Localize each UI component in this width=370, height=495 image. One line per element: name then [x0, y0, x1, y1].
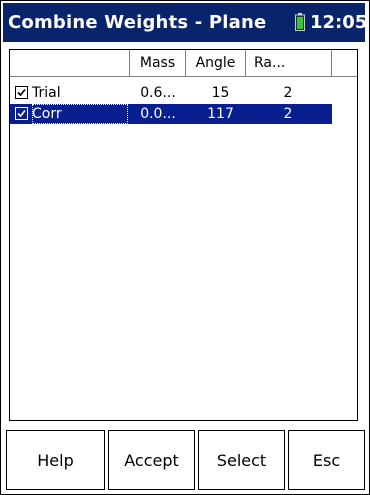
row-name: Corr	[32, 104, 128, 124]
column-header-mass[interactable]: Mass	[130, 50, 186, 76]
weights-list[interactable]: Mass Angle Ra... Trial 0.6... 15 2 Corr …	[9, 49, 358, 421]
battery-icon	[295, 13, 305, 31]
row-radius: 2	[283, 85, 293, 101]
row-mass: 0.6...	[140, 85, 176, 101]
list-row-trial[interactable]: Trial 0.6... 15 2	[10, 83, 332, 103]
column-header-checkbox[interactable]	[10, 50, 130, 76]
row-checkbox-corr[interactable]	[15, 107, 28, 120]
help-button[interactable]: Help	[6, 430, 105, 490]
checkmark-icon	[17, 88, 26, 97]
column-header-angle[interactable]: Angle	[186, 50, 246, 76]
esc-button[interactable]: Esc	[288, 430, 365, 490]
checkmark-icon	[17, 109, 26, 118]
list-row-corr[interactable]: Corr 0.0... 117 2	[10, 104, 332, 124]
row-angle: 117	[207, 106, 234, 122]
row-angle: 15	[211, 85, 230, 101]
title-bar: Combine Weights - Plane 12:05	[3, 3, 368, 42]
window-title: Combine Weights - Plane	[8, 12, 267, 33]
clock-time: 12:05	[310, 12, 368, 33]
select-button[interactable]: Select	[198, 430, 285, 490]
row-mass: 0.0...	[140, 106, 176, 122]
row-name: Trial	[32, 85, 61, 101]
device-screen: Combine Weights - Plane 12:05 Mass Angle…	[0, 0, 370, 495]
list-header: Mass Angle Ra...	[10, 50, 357, 77]
row-checkbox-trial[interactable]	[15, 86, 28, 99]
row-radius: 2	[283, 106, 293, 122]
column-header-radius[interactable]: Ra...	[246, 50, 332, 76]
accept-button[interactable]: Accept	[108, 430, 195, 490]
